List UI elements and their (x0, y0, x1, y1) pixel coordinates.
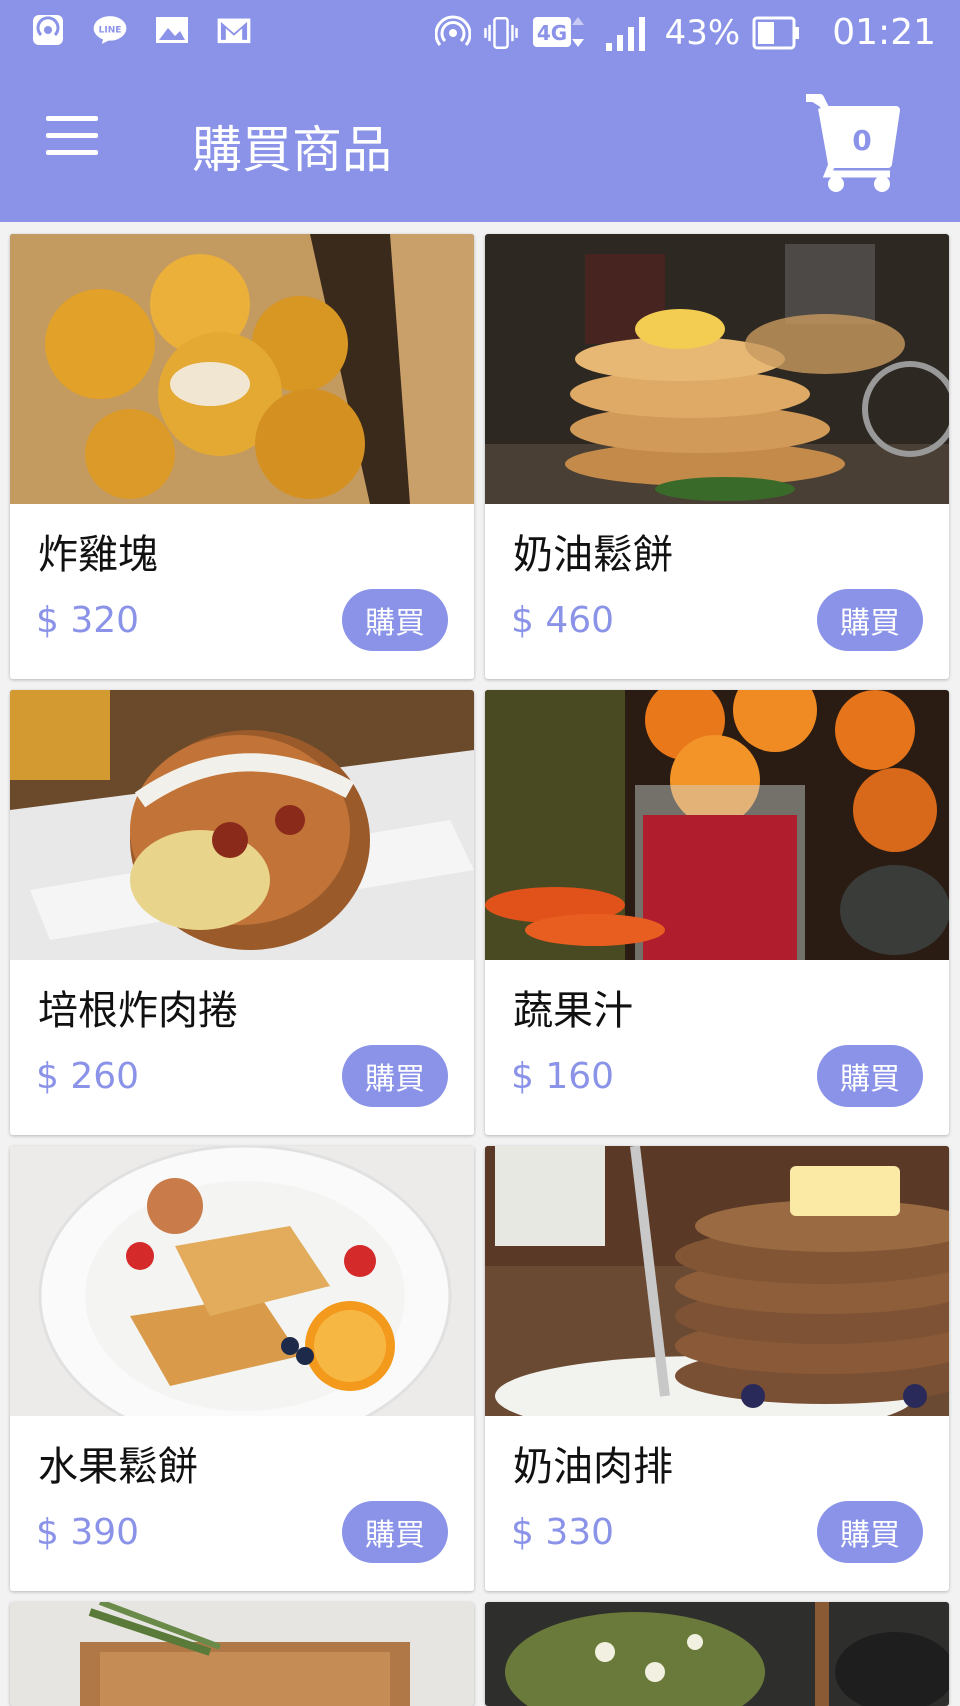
product-grid: 炸雞塊 $ 320 購買 奶油鬆餅 $ 460 購買 培根炸肉捲 $ 260 購… (10, 234, 950, 1591)
product-image-cream-pancakes (485, 1146, 949, 1416)
buy-button[interactable]: 購買 (817, 589, 923, 651)
clock: 01:21 (832, 12, 936, 53)
product-card[interactable]: 培根炸肉捲 $ 260 購買 (10, 690, 474, 1135)
svg-text:4G: 4G (537, 21, 567, 45)
product-name: 奶油肉排 (513, 1444, 673, 1490)
product-price: $ 260 (36, 1056, 140, 1097)
product-card[interactable]: 奶油肉排 $ 330 購買 (485, 1146, 949, 1591)
cart-count-badge: 0 (852, 124, 872, 157)
next-row-partial (10, 1602, 950, 1706)
product-card[interactable]: 炸雞塊 $ 320 購買 (10, 234, 474, 679)
toolbar: 購買商品 0 (0, 72, 960, 222)
buy-button[interactable]: 購買 (817, 1045, 923, 1107)
product-card[interactable]: 水果鬆餅 $ 390 購買 (10, 1146, 474, 1591)
product-name: 炸雞塊 (38, 532, 158, 578)
product-price: $ 160 (511, 1056, 615, 1097)
product-image-vegetable-juice (485, 690, 949, 960)
signal-icon (603, 15, 653, 51)
product-image-fruit-waffles (10, 1146, 474, 1416)
buy-button[interactable]: 購買 (342, 1501, 448, 1563)
network-4g-icon: 4G (531, 15, 591, 51)
product-price: $ 330 (511, 1512, 615, 1553)
product-card-partial[interactable] (10, 1602, 474, 1706)
product-name: 水果鬆餅 (38, 1444, 198, 1490)
svg-text:LINE: LINE (99, 25, 122, 35)
product-price: $ 460 (511, 600, 615, 641)
hamburger-menu-icon[interactable] (46, 116, 102, 166)
product-card[interactable]: 蔬果汁 $ 160 購買 (485, 690, 949, 1135)
product-price: $ 390 (36, 1512, 140, 1553)
wifi-hotspot-icon (434, 15, 471, 51)
buy-button[interactable]: 購買 (817, 1501, 923, 1563)
product-image-cream-waffles (485, 234, 949, 504)
line-icon: LINE (92, 12, 128, 48)
battery-icon (752, 15, 802, 51)
gallery-icon (154, 12, 190, 48)
app-bar: LINE 4G 43% 01:21 購買商品 0 (0, 0, 960, 222)
product-image-bacon-roll (10, 690, 474, 960)
product-image-fried-chicken (10, 234, 474, 504)
battery-percentage: 43% (664, 12, 741, 53)
cart-button[interactable]: 0 (800, 88, 900, 198)
product-name: 蔬果汁 (513, 988, 633, 1034)
product-name: 奶油鬆餅 (513, 532, 673, 578)
gmail-icon (216, 12, 252, 48)
product-card-partial[interactable] (485, 1602, 949, 1706)
buy-button[interactable]: 購買 (342, 589, 448, 651)
buy-button[interactable]: 購買 (342, 1045, 448, 1107)
page-title: 購買商品 (192, 121, 392, 179)
product-name: 培根炸肉捲 (38, 988, 238, 1034)
product-card[interactable]: 奶油鬆餅 $ 460 購買 (485, 234, 949, 679)
status-bar: LINE 4G 43% 01:21 (0, 0, 960, 72)
hotspot-icon (30, 12, 66, 48)
vibrate-icon (483, 15, 519, 51)
product-price: $ 320 (36, 600, 140, 641)
